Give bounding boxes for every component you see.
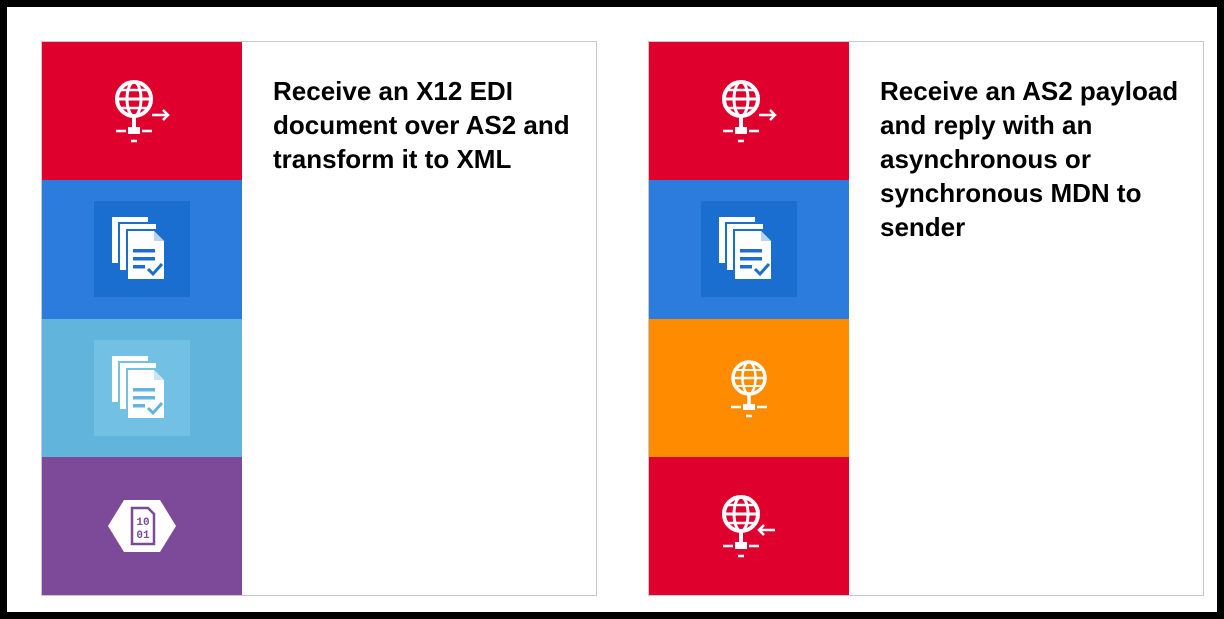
card-title: Receive an X12 EDI document over AS2 and… [273,76,570,174]
workflow-tiles [649,42,849,595]
icon-background [94,201,190,298]
icon-background [94,339,190,436]
documents-check-icon [112,355,164,418]
globe-send-icon [722,80,777,143]
tile-transform[interactable] [42,318,242,457]
tile-receive-as2[interactable] [42,42,242,181]
tile-decode-x12[interactable] [42,180,242,319]
binary-hexagon-icon: 10 01 [108,499,176,552]
card-title: Receive an AS2 payload and reply with an… [880,76,1179,242]
documents-check-icon [112,217,164,280]
workflow-tiles: 10 01 [42,42,242,595]
svg-text:01: 01 [136,530,150,542]
tile-http-action[interactable] [649,318,849,457]
icon-background [701,201,797,298]
tile-flat-file-encode[interactable]: 10 01 [42,456,242,595]
globe-send-icon [115,80,170,143]
template-card-x12-to-xml[interactable]: 10 01 Receive an X12 EDI document over A… [41,41,597,596]
tile-receive-as2[interactable] [649,42,849,181]
svg-text:10: 10 [136,517,149,529]
globe-receive-icon [722,494,775,558]
globe-network-icon [731,359,767,417]
tile-process-payload[interactable] [649,180,849,319]
documents-check-icon [719,217,771,280]
screenshot-frame: 10 01 Receive an X12 EDI document over A… [0,0,1224,619]
tile-send-mdn[interactable] [649,456,849,595]
template-card-as2-mdn[interactable]: Receive an AS2 payload and reply with an… [648,41,1204,596]
